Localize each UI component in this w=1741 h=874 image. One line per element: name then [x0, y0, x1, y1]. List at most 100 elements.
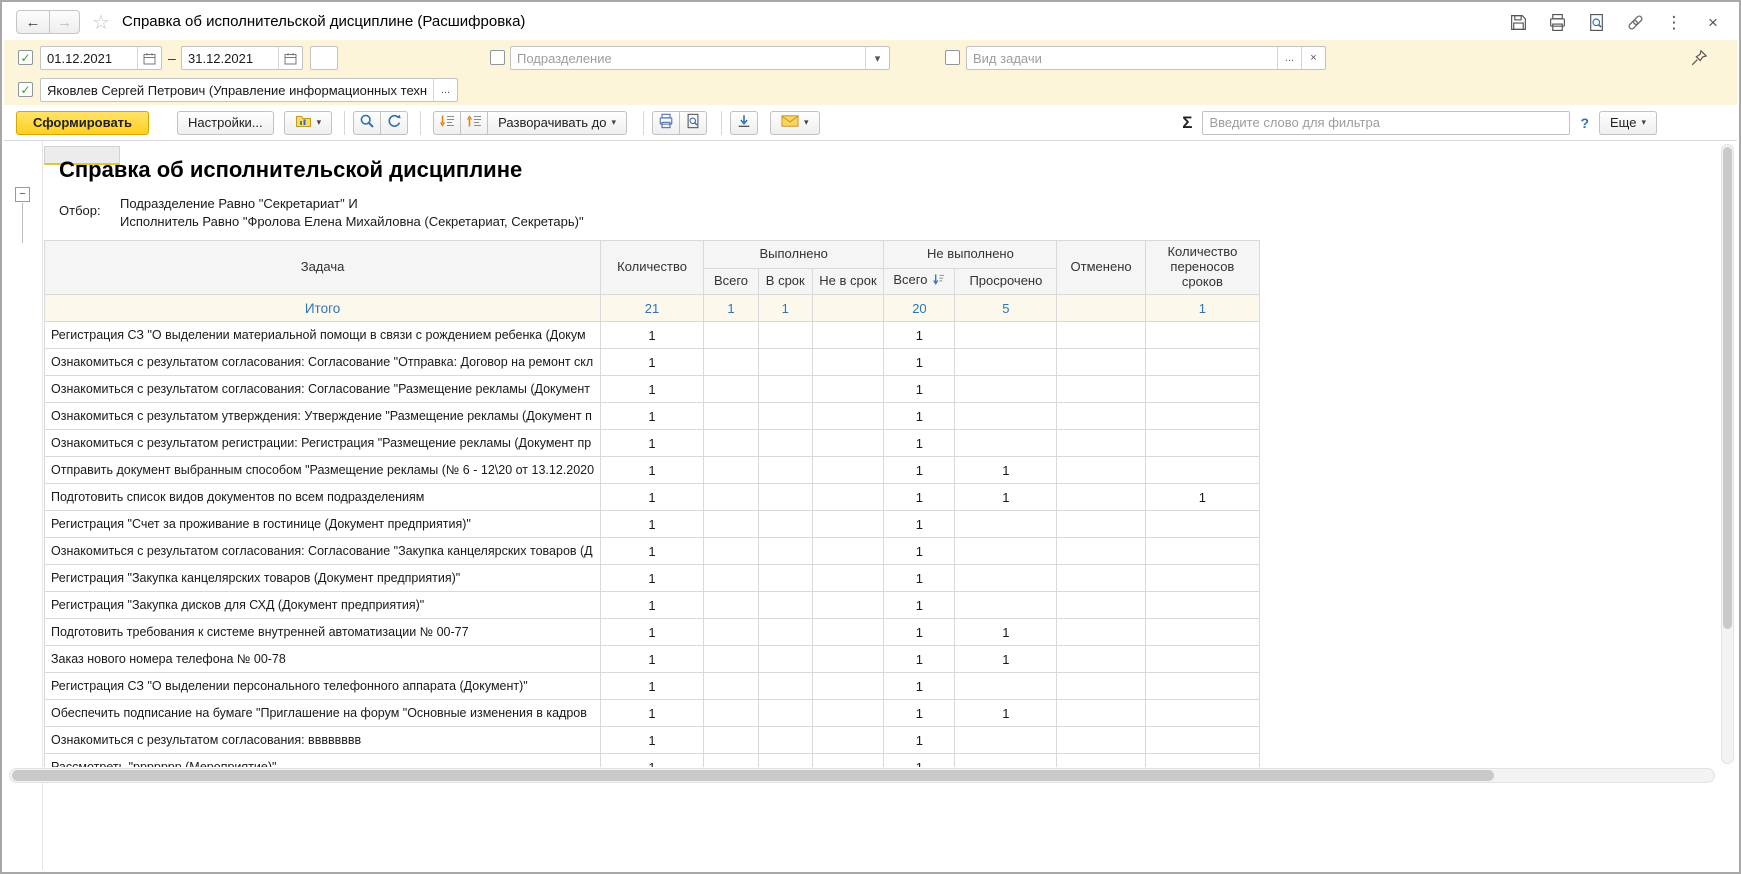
value-cell[interactable]	[758, 456, 813, 484]
more-menu-icon[interactable]: ⋮	[1664, 12, 1684, 32]
value-cell[interactable]	[703, 321, 759, 349]
value-cell[interactable]: 1	[600, 591, 704, 619]
value-cell[interactable]	[703, 348, 759, 376]
save-file-button[interactable]	[730, 110, 759, 135]
value-cell[interactable]	[1144, 753, 1260, 767]
value-cell[interactable]	[758, 510, 813, 538]
value-cell[interactable]	[703, 537, 759, 565]
department-input[interactable]	[511, 47, 865, 69]
value-cell[interactable]	[1056, 753, 1146, 767]
value-cell[interactable]: 1	[883, 348, 956, 376]
value-cell[interactable]	[1056, 402, 1146, 430]
link-icon[interactable]	[1625, 12, 1645, 32]
value-cell[interactable]: 1	[600, 510, 704, 538]
value-cell[interactable]	[1056, 483, 1146, 511]
value-cell[interactable]: 1	[883, 321, 956, 349]
value-cell[interactable]	[954, 564, 1058, 592]
task-cell[interactable]: Обеспечить подписание на бумаге "Приглаш…	[44, 699, 602, 727]
column-header-done-on-time[interactable]: В срок	[758, 268, 813, 295]
task-cell[interactable]: Ознакомиться с результатом согласования:…	[44, 537, 602, 565]
task-cell[interactable]: Отправить документ выбранным способом "Р…	[44, 456, 602, 484]
value-cell[interactable]	[703, 483, 759, 511]
send-mail-button[interactable]: ▾	[770, 110, 820, 135]
value-cell[interactable]	[703, 456, 759, 484]
back-button[interactable]: ←	[16, 10, 50, 34]
value-cell[interactable]	[758, 429, 813, 457]
value-cell[interactable]: 1	[1144, 483, 1260, 511]
value-cell[interactable]	[1056, 375, 1146, 403]
choose-icon[interactable]: ...	[433, 79, 457, 101]
value-cell[interactable]: 1	[883, 672, 956, 700]
preview-button[interactable]	[679, 110, 708, 135]
value-cell[interactable]	[703, 591, 759, 619]
generate-button[interactable]: Сформировать	[16, 110, 150, 135]
task-cell[interactable]: Рассмотреть "ррррррр (Мероприятие)"	[44, 753, 602, 767]
value-cell[interactable]: 1	[600, 456, 704, 484]
value-cell[interactable]: 1	[883, 618, 956, 646]
value-cell[interactable]: 1	[600, 618, 704, 646]
value-cell[interactable]	[811, 618, 885, 646]
value-cell[interactable]: 1	[600, 699, 704, 727]
value-cell[interactable]	[1144, 402, 1260, 430]
value-cell[interactable]	[1056, 456, 1146, 484]
chevron-down-icon[interactable]: ▾	[865, 47, 889, 69]
value-cell[interactable]	[758, 564, 813, 592]
date-from-input[interactable]	[41, 47, 137, 69]
favorite-star-icon[interactable]: ☆	[92, 10, 110, 35]
value-cell[interactable]	[1056, 699, 1146, 727]
value-cell[interactable]	[1056, 429, 1146, 457]
value-cell[interactable]: 1	[883, 510, 956, 538]
value-cell[interactable]	[954, 321, 1058, 349]
value-cell[interactable]: 1	[600, 753, 704, 767]
search-button[interactable]	[353, 110, 382, 135]
value-cell[interactable]: 1	[600, 402, 704, 430]
value-cell[interactable]	[703, 618, 759, 646]
task-cell[interactable]: Подготовить список видов документов по в…	[44, 483, 602, 511]
totals-value-cell[interactable]: 1	[703, 294, 759, 322]
pin-icon[interactable]	[1689, 48, 1709, 73]
value-cell[interactable]	[1144, 321, 1260, 349]
task-cell[interactable]: Ознакомиться с результатом согласования:…	[44, 726, 602, 754]
department-checkbox[interactable]	[490, 50, 505, 65]
value-cell[interactable]	[1144, 726, 1260, 754]
column-group-done[interactable]: Выполнено	[702, 240, 885, 269]
value-cell[interactable]	[703, 510, 759, 538]
value-cell[interactable]: 1	[883, 645, 956, 673]
column-header-done-late[interactable]: Не в срок	[811, 268, 885, 295]
task-cell[interactable]: Ознакомиться с результатом согласования:…	[44, 348, 602, 376]
value-cell[interactable]: 1	[600, 564, 704, 592]
totals-label[interactable]: Итого	[44, 294, 602, 322]
value-cell[interactable]	[811, 456, 885, 484]
value-cell[interactable]	[811, 672, 885, 700]
value-cell[interactable]: 1	[883, 726, 956, 754]
value-cell[interactable]	[954, 348, 1058, 376]
value-cell[interactable]	[1144, 375, 1260, 403]
vertical-scrollbar[interactable]	[1721, 144, 1734, 764]
help-button[interactable]: ?	[1580, 115, 1589, 131]
value-cell[interactable]	[1056, 348, 1146, 376]
value-cell[interactable]	[954, 510, 1058, 538]
value-cell[interactable]	[1144, 645, 1260, 673]
value-cell[interactable]	[811, 726, 885, 754]
value-cell[interactable]	[811, 564, 885, 592]
value-cell[interactable]	[703, 672, 759, 700]
value-cell[interactable]: 1	[883, 375, 956, 403]
value-cell[interactable]: 1	[883, 591, 956, 619]
value-cell[interactable]: 1	[600, 429, 704, 457]
value-cell[interactable]	[758, 645, 813, 673]
close-icon[interactable]: ×	[1703, 12, 1723, 32]
value-cell[interactable]	[954, 672, 1058, 700]
horizontal-scrollbar[interactable]	[9, 768, 1715, 783]
value-cell[interactable]: 1	[600, 537, 704, 565]
value-cell[interactable]	[954, 375, 1058, 403]
value-cell[interactable]	[954, 537, 1058, 565]
value-cell[interactable]	[1056, 591, 1146, 619]
value-cell[interactable]: 1	[883, 564, 956, 592]
print-icon[interactable]	[1547, 12, 1567, 32]
quick-filter-input[interactable]	[1203, 111, 1570, 134]
value-cell[interactable]: 1	[600, 375, 704, 403]
value-cell[interactable]: 1	[883, 402, 956, 430]
value-cell[interactable]	[811, 537, 885, 565]
value-cell[interactable]	[1144, 510, 1260, 538]
executor-input[interactable]	[41, 79, 433, 101]
